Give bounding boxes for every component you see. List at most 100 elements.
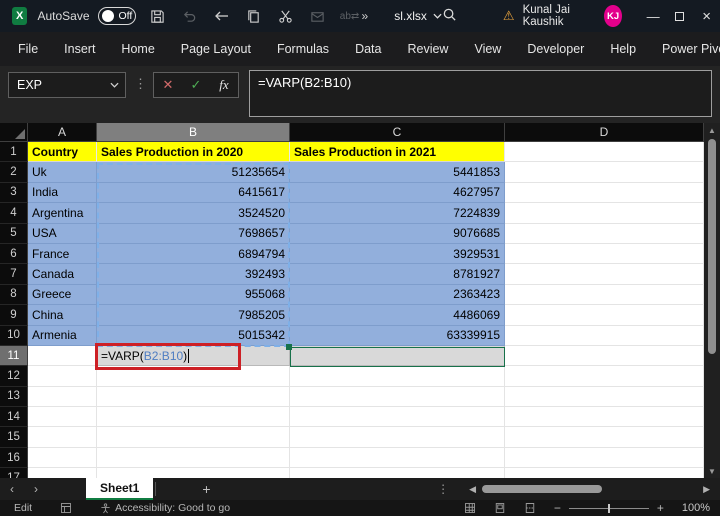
avatar[interactable]: KJ bbox=[604, 5, 621, 27]
cell-C11[interactable] bbox=[290, 346, 505, 366]
cell-A12[interactable] bbox=[28, 366, 97, 386]
tab-help[interactable]: Help bbox=[610, 42, 636, 56]
sheet-tab-sheet1[interactable]: Sheet1 bbox=[86, 478, 153, 500]
cell-C8[interactable]: 2363423 bbox=[290, 285, 505, 305]
cell-B1[interactable]: Sales Production in 2020 bbox=[97, 142, 290, 162]
cell-A2[interactable]: Uk bbox=[28, 162, 97, 182]
excel-logo-icon[interactable]: X bbox=[12, 7, 27, 25]
cell-B13[interactable] bbox=[97, 387, 290, 407]
cell-C6[interactable]: 3929531 bbox=[290, 244, 505, 264]
cell-C7[interactable]: 8781927 bbox=[290, 264, 505, 284]
minimize-button[interactable]: — bbox=[640, 0, 667, 32]
row-header-11[interactable]: 11 bbox=[0, 346, 28, 366]
tab-page-layout[interactable]: Page Layout bbox=[181, 42, 251, 56]
sensitivity-mail-icon[interactable] bbox=[310, 8, 326, 24]
cell-B4[interactable]: 3524520 bbox=[97, 203, 290, 223]
column-header-B[interactable]: B bbox=[97, 123, 290, 142]
cell-D16[interactable] bbox=[505, 448, 704, 468]
cell-C16[interactable] bbox=[290, 448, 505, 468]
cell-C10[interactable]: 63339915 bbox=[290, 326, 505, 346]
cell-B7[interactable]: 392493 bbox=[97, 264, 290, 284]
search-icon[interactable] bbox=[442, 7, 457, 25]
next-sheet-icon[interactable]: › bbox=[24, 482, 48, 496]
cell-B6[interactable]: 6894794 bbox=[97, 244, 290, 264]
cell-C3[interactable]: 4627957 bbox=[290, 183, 505, 203]
cell-D14[interactable] bbox=[505, 407, 704, 427]
more-commands-icon[interactable]: » bbox=[362, 9, 369, 23]
formula-cell-B11[interactable]: =VARP(B2:B10) bbox=[97, 346, 290, 366]
cell-B8[interactable]: 955068 bbox=[97, 285, 290, 305]
cell-C9[interactable]: 4486069 bbox=[290, 305, 505, 325]
cell-A1[interactable]: Country bbox=[28, 142, 97, 162]
prev-sheet-icon[interactable]: ‹ bbox=[0, 482, 24, 496]
zoom-level[interactable]: 100% bbox=[682, 502, 710, 514]
confirm-entry-icon[interactable]: ✓ bbox=[182, 73, 210, 97]
tab-developer[interactable]: Developer bbox=[527, 42, 584, 56]
page-layout-view-icon[interactable] bbox=[494, 502, 506, 514]
splitter-handle[interactable]: ⋮ bbox=[437, 482, 449, 496]
cell-C17[interactable] bbox=[290, 468, 505, 478]
vertical-scrollbar[interactable]: ▲ ▼ bbox=[704, 123, 720, 478]
cell-D17[interactable] bbox=[505, 468, 704, 478]
zoom-slider-knob[interactable] bbox=[608, 504, 610, 513]
copy-icon[interactable] bbox=[246, 8, 262, 24]
insert-function-icon[interactable]: fx bbox=[210, 73, 238, 97]
tab-data[interactable]: Data bbox=[355, 42, 381, 56]
cell-D12[interactable] bbox=[505, 366, 704, 386]
cell-D5[interactable] bbox=[505, 224, 704, 244]
cell-A15[interactable] bbox=[28, 427, 97, 447]
document-title[interactable]: sl.xlsx bbox=[394, 9, 442, 23]
row-header-6[interactable]: 6 bbox=[0, 244, 28, 264]
cell-D2[interactable] bbox=[505, 162, 704, 182]
tab-file[interactable]: File bbox=[18, 42, 38, 56]
autosave-toggle[interactable]: Off bbox=[98, 7, 136, 25]
column-header-D[interactable]: D bbox=[505, 123, 704, 142]
cell-A13[interactable] bbox=[28, 387, 97, 407]
cell-B10[interactable]: 5015342 bbox=[97, 326, 290, 346]
cell-A9[interactable]: China bbox=[28, 305, 97, 325]
cell-B12[interactable] bbox=[97, 366, 290, 386]
accessibility-status[interactable]: Accessibility: Good to go bbox=[100, 502, 230, 514]
new-sheet-button[interactable]: + bbox=[202, 481, 210, 497]
cell-D7[interactable] bbox=[505, 264, 704, 284]
cell-C1[interactable]: Sales Production in 2021 bbox=[290, 142, 505, 162]
cell-B5[interactable]: 7698657 bbox=[97, 224, 290, 244]
cell-A17[interactable] bbox=[28, 468, 97, 478]
cut-icon[interactable] bbox=[278, 8, 294, 24]
row-header-7[interactable]: 7 bbox=[0, 264, 28, 284]
scroll-left-icon[interactable]: ◀ bbox=[463, 484, 482, 495]
scroll-down-icon[interactable]: ▼ bbox=[708, 464, 716, 478]
back-arrow-icon[interactable] bbox=[214, 8, 230, 24]
cell-A16[interactable] bbox=[28, 448, 97, 468]
cell-B16[interactable] bbox=[97, 448, 290, 468]
cell-D15[interactable] bbox=[505, 427, 704, 447]
row-header-5[interactable]: 5 bbox=[0, 224, 28, 244]
cell-B15[interactable] bbox=[97, 427, 290, 447]
cell-D10[interactable] bbox=[505, 326, 704, 346]
cell-A6[interactable]: France bbox=[28, 244, 97, 264]
normal-view-icon[interactable] bbox=[464, 502, 476, 514]
maximize-button[interactable] bbox=[667, 0, 694, 32]
cell-C13[interactable] bbox=[290, 387, 505, 407]
zoom-in-icon[interactable]: + bbox=[657, 501, 664, 515]
tab-home[interactable]: Home bbox=[121, 42, 154, 56]
cell-B2[interactable]: 51235654 bbox=[97, 162, 290, 182]
cell-C12[interactable] bbox=[290, 366, 505, 386]
tab-insert[interactable]: Insert bbox=[64, 42, 95, 56]
tab-formulas[interactable]: Formulas bbox=[277, 42, 329, 56]
cell-A3[interactable]: India bbox=[28, 183, 97, 203]
vertical-scroll-thumb[interactable] bbox=[708, 139, 716, 354]
cell-D8[interactable] bbox=[505, 285, 704, 305]
row-header-17[interactable]: 17 bbox=[0, 468, 28, 478]
warning-icon[interactable]: ⚠ bbox=[503, 8, 515, 24]
cell-D6[interactable] bbox=[505, 244, 704, 264]
replace-icon[interactable]: ab⇄ bbox=[342, 8, 358, 24]
column-header-C[interactable]: C bbox=[290, 123, 505, 142]
cell-A10[interactable]: Armenia bbox=[28, 326, 97, 346]
cell-A14[interactable] bbox=[28, 407, 97, 427]
cell-C15[interactable] bbox=[290, 427, 505, 447]
cell-D1[interactable] bbox=[505, 142, 704, 162]
row-header-8[interactable]: 8 bbox=[0, 285, 28, 305]
cancel-entry-icon[interactable]: ✕ bbox=[154, 73, 182, 97]
name-box[interactable]: EXP bbox=[8, 72, 126, 98]
